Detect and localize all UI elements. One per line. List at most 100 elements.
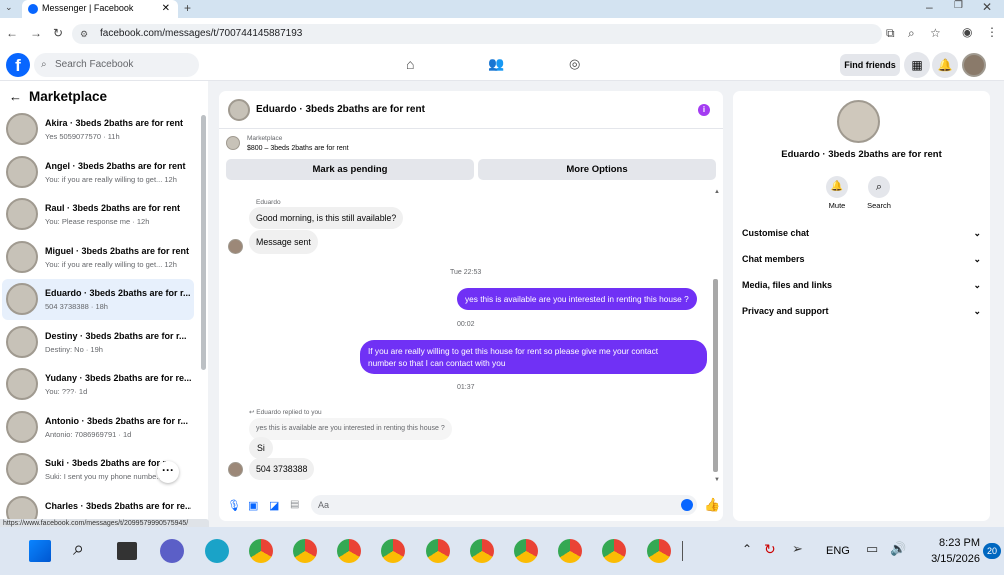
conversation-item[interactable]: Antonio · 3beds 2baths are for r... Anton… (2, 407, 194, 448)
thumbs-up-icon[interactable]: 👍 (704, 497, 720, 513)
new-tab-icon[interactable]: + (184, 2, 191, 14)
close-window-icon[interactable]: ✕ (982, 1, 992, 13)
info-row[interactable]: Chat members ⌄ (742, 246, 981, 272)
language-indicator[interactable]: ENG (826, 545, 850, 557)
url-text: facebook.com/messages/t/7007441458871​93 (100, 28, 303, 39)
chrome-menu-icon[interactable]: ⋮ (986, 26, 998, 38)
conversation-item[interactable]: Miguel · 3beds 2baths are for rent You: i… (2, 237, 194, 278)
message-incoming[interactable]: 504 3738388 (249, 458, 315, 480)
conversation-item[interactable]: Destiny · 3beds 2baths are for r... Desti… (2, 322, 194, 363)
mute-bell-icon[interactable]: 🔔 (826, 176, 848, 198)
scroll-down-icon[interactable]: ▼ (714, 477, 720, 483)
mark-as-pending-button[interactable]: Mark as pending (226, 159, 474, 180)
url-field[interactable]: ⚙ facebook.com/messages/t/7007441458871​… (72, 24, 882, 44)
chrome-profile-icon[interactable] (425, 539, 450, 563)
message-outgoing[interactable]: If you are really willing to get this ho… (360, 340, 707, 374)
minimize-icon[interactable]: – (926, 1, 933, 13)
notifications-bell-icon[interactable]: 🔔 (932, 52, 958, 78)
conversation-item[interactable]: Eduardo · 3beds 2baths are for r... 504 3… (2, 279, 194, 320)
account-avatar[interactable] (962, 53, 986, 77)
photo-icon[interactable]: ▣ (248, 499, 258, 512)
sticker-icon[interactable]: ◪ (269, 499, 279, 512)
conversation-item[interactable]: Yudany · 3beds 2baths are for re... You: … (2, 364, 194, 405)
chrome-icon[interactable] (249, 539, 273, 563)
sidebar-back-icon[interactable]: ← (9, 89, 22, 104)
listing-price[interactable]: $800 – 3beds 2baths are for rent (247, 145, 349, 152)
edge-icon[interactable] (205, 539, 229, 563)
info-row[interactable]: Privacy and support ⌄ (742, 298, 981, 324)
message-incoming[interactable]: Message sent (249, 230, 318, 254)
show-hidden-icons-icon[interactable]: ⌃ (742, 543, 752, 555)
tab-list-icon[interactable]: ⌄ (5, 3, 13, 12)
search-icon[interactable]: ⌕ (73, 539, 84, 559)
task-view-icon[interactable] (117, 542, 137, 560)
groups-icon[interactable]: ◎ (569, 57, 580, 70)
contact-avatar[interactable] (837, 100, 880, 143)
timestamp: Tue 22:53 (450, 269, 482, 276)
find-friends-button[interactable]: Find friends (840, 54, 900, 76)
message-outgoing[interactable]: yes this is available are you interested… (457, 288, 697, 310)
close-tab-icon[interactable]: ✕ (162, 0, 170, 17)
chrome-profile-icon[interactable] (469, 539, 494, 563)
facebook-logo-icon[interactable]: f (6, 53, 30, 77)
chrome-profile-icon[interactable] (602, 539, 627, 563)
message-incoming[interactable]: Good morning, is this still available? (249, 207, 404, 229)
notification-badge[interactable]: 20 (983, 543, 1001, 559)
browser-tab-bar: ⌄ Messenger | Facebook ✕ + – ❐ ✕ (0, 0, 1004, 18)
chat-scrollbar[interactable] (713, 279, 718, 472)
teams-icon[interactable] (160, 539, 184, 563)
marketplace-sidebar: ← Marketplace Akira · 3beds 2baths are f… (0, 81, 208, 528)
profile-icon[interactable]: ◉ (962, 26, 972, 38)
forward-icon[interactable]: → (30, 27, 42, 39)
clock-time[interactable]: 8:23 PM (924, 537, 980, 549)
gif-icon[interactable]: ▤ (290, 499, 299, 510)
scroll-up-icon[interactable]: ▲ (714, 189, 720, 195)
volume-icon[interactable]: 🔊 (890, 542, 906, 555)
info-row-label: Media, files and links (742, 280, 833, 290)
quoted-message[interactable]: yes this is available are you interested… (249, 418, 452, 440)
conversation-item[interactable]: Akira · 3beds 2baths are for rent Yes 505… (2, 109, 194, 150)
conversation-name: Destiny · 3beds 2baths are for r... (45, 330, 187, 341)
facebook-search-input[interactable]: ⌕ Search Facebook (34, 53, 199, 77)
menu-grid-icon[interactable]: ▦ (904, 52, 930, 78)
friends-icon[interactable]: 👥 (488, 57, 504, 70)
site-settings-icon[interactable]: ⚙ (80, 24, 88, 44)
location-icon[interactable]: ➢ (792, 542, 803, 555)
chrome-profile-icon[interactable] (558, 539, 583, 563)
info-row[interactable]: Media, files and links ⌄ (742, 272, 981, 298)
microphone-icon[interactable]: 🎙 (227, 499, 241, 512)
sidebar-scrollbar[interactable] (201, 115, 206, 370)
search-conversation-icon[interactable]: ⌕ (868, 176, 890, 198)
bookmark-star-icon[interactable]: ☆ (930, 27, 941, 39)
cast-icon[interactable]: ⧉ (886, 27, 895, 39)
info-icon[interactable]: i (698, 104, 710, 116)
chrome-profile-icon[interactable] (337, 539, 362, 563)
conversation-avatar (6, 113, 38, 145)
restore-icon[interactable]: ❐ (954, 1, 963, 11)
more-options-button[interactable]: More Options (478, 159, 716, 180)
message-composer-input[interactable]: Aa (311, 495, 697, 515)
zoom-icon[interactable]: ⌕ (908, 27, 915, 39)
conversation-item[interactable]: Raul · 3beds 2baths are for rent You: Ple… (2, 194, 194, 235)
chat-avatar[interactable] (228, 99, 250, 121)
browser-tab[interactable]: Messenger | Facebook ✕ (22, 0, 178, 18)
display-icon[interactable]: ▭ (866, 542, 878, 555)
home-icon[interactable]: ⌂ (406, 57, 414, 71)
chrome-profile-icon[interactable] (293, 539, 317, 563)
chrome-profile-icon[interactable] (381, 539, 406, 563)
message-incoming[interactable]: Si (249, 437, 273, 459)
chat-header-title[interactable]: Eduardo · 3beds 2baths are for rent (256, 104, 425, 115)
chrome-profile-icon[interactable] (646, 539, 671, 563)
sync-icon[interactable]: ↻ (764, 542, 776, 556)
conversation-preview: Yes 5059077570 · 11h (45, 132, 120, 141)
reload-icon[interactable]: ↻ (53, 27, 63, 39)
clock-date[interactable]: 3/15/2026 (916, 553, 980, 565)
listing-thumbnail[interactable] (226, 136, 240, 150)
info-row[interactable]: Customise chat ⌄ (742, 220, 981, 246)
start-icon[interactable] (29, 540, 51, 562)
back-icon[interactable]: ← (6, 27, 18, 39)
emoji-icon[interactable] (681, 499, 693, 511)
conversation-item[interactable]: Angel · 3beds 2baths are for rent You: if… (2, 152, 194, 193)
more-actions-icon[interactable]: ··· (157, 461, 179, 483)
chrome-profile-icon[interactable] (514, 539, 538, 563)
